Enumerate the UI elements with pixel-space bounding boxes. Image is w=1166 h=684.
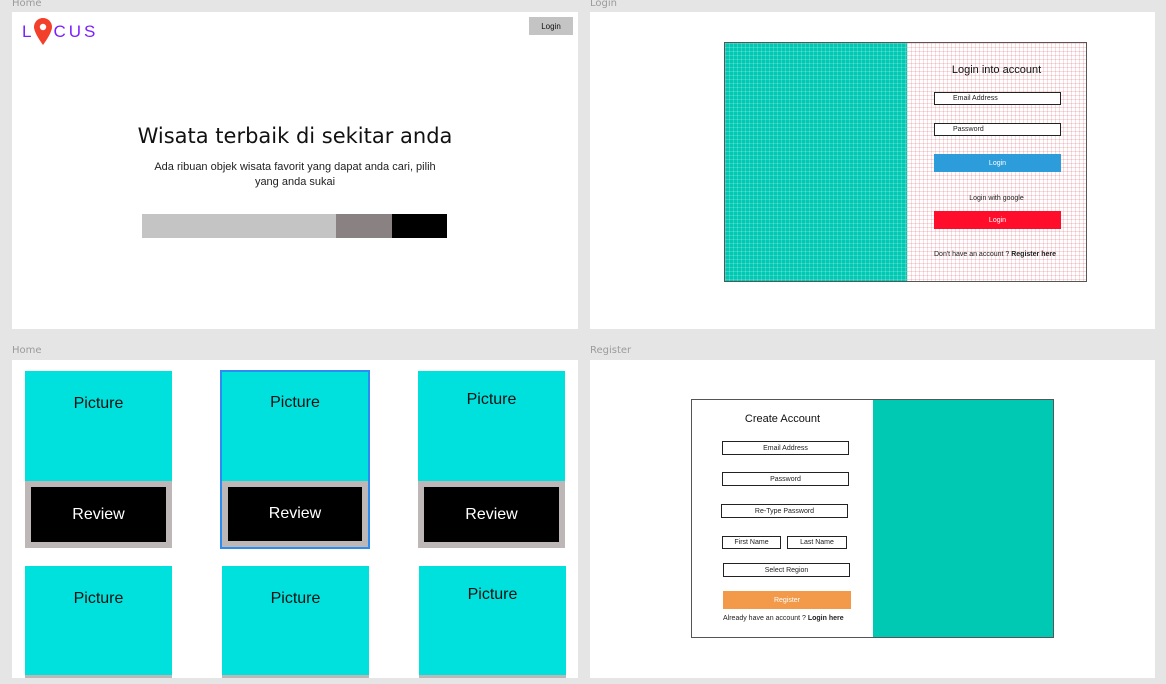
first-name-field[interactable]: First Name bbox=[722, 536, 781, 549]
review-button[interactable]: Review bbox=[228, 487, 362, 541]
search-button[interactable] bbox=[392, 214, 447, 238]
retype-password-field[interactable]: Re-Type Password bbox=[721, 504, 848, 518]
card-picture[interactable]: Picture bbox=[25, 566, 172, 678]
login-submit-button[interactable]: Login bbox=[934, 154, 1061, 172]
picture-label: Picture bbox=[467, 586, 518, 603]
login-image-panel bbox=[725, 43, 907, 281]
register-submit-button[interactable]: Register bbox=[723, 591, 851, 609]
search-filter-select[interactable] bbox=[336, 214, 392, 238]
register-prompt: Don't have an account ? Register here bbox=[934, 251, 1056, 258]
map-pin-icon bbox=[34, 18, 53, 45]
picture-label: Picture bbox=[73, 590, 124, 607]
hero-title: Wisata terbaik di sekitar anda bbox=[137, 124, 453, 148]
login-prompt: Already have an account ? Login here bbox=[723, 615, 844, 622]
logo-letter-l: L bbox=[22, 22, 35, 41]
register-image-panel bbox=[873, 400, 1053, 637]
hero-subtitle-1: Ada ribuan objek wisata favorit yang dap… bbox=[154, 161, 436, 173]
picture-label: Picture bbox=[466, 391, 517, 408]
frame-label-home: Home bbox=[12, 0, 42, 9]
card-picture[interactable]: Picture bbox=[25, 371, 172, 481]
password-field[interactable]: Password bbox=[722, 472, 849, 486]
picture-label: Picture bbox=[270, 394, 320, 411]
card-review: Review bbox=[222, 481, 368, 547]
login-form-panel: Login into account Email Address Passwor… bbox=[907, 43, 1086, 281]
last-name-field[interactable]: Last Name bbox=[787, 536, 847, 549]
search-input[interactable] bbox=[142, 214, 336, 238]
review-button[interactable]: Review bbox=[31, 487, 166, 542]
register-frame: Create Account Email Address Password Re… bbox=[590, 360, 1155, 678]
frame-label-login: Login bbox=[590, 0, 617, 9]
logo-letters-cus: CUS bbox=[53, 22, 99, 41]
card-review-edge bbox=[222, 675, 369, 678]
card-review: Review bbox=[418, 481, 565, 548]
locus-logo[interactable]: L CUS bbox=[22, 18, 98, 48]
register-card: Create Account Email Address Password Re… bbox=[691, 399, 1054, 638]
review-button[interactable]: Review bbox=[424, 487, 559, 542]
region-select[interactable]: Select Region bbox=[723, 563, 850, 577]
no-account-text: Don't have an account ? bbox=[934, 251, 1010, 258]
picture-label: Picture bbox=[270, 590, 321, 607]
card-picture[interactable]: Picture bbox=[418, 371, 565, 481]
card-review: Review bbox=[25, 481, 172, 548]
frame-label-register: Register bbox=[590, 345, 632, 356]
register-link[interactable]: Register here bbox=[1011, 251, 1056, 258]
gallery-frame: Picture Review Picture Review Picture Re… bbox=[12, 360, 578, 678]
email-field[interactable]: Email Address bbox=[722, 441, 849, 455]
have-account-text: Already have an account ? bbox=[723, 615, 806, 622]
login-button[interactable]: Login bbox=[529, 17, 573, 35]
register-title: Create Account bbox=[744, 413, 821, 425]
card-picture[interactable]: Picture bbox=[419, 566, 566, 678]
home-frame: L CUS Login Wisata terbaik di sekitar an… bbox=[12, 12, 578, 329]
card-picture[interactable]: Picture bbox=[222, 372, 368, 481]
login-title: Login into account bbox=[951, 64, 1042, 76]
google-login-button[interactable]: Login bbox=[934, 211, 1061, 229]
email-field[interactable]: Email Address bbox=[934, 92, 1061, 105]
hero-subtitle-2: yang anda sukai bbox=[254, 176, 336, 188]
picture-label: Picture bbox=[73, 395, 124, 412]
password-field[interactable]: Password bbox=[934, 123, 1061, 136]
frame-label-home-gallery: Home bbox=[12, 345, 42, 356]
card-review-edge bbox=[25, 675, 172, 678]
google-login-label: Login with google bbox=[969, 195, 1024, 202]
card-review-edge bbox=[419, 675, 566, 678]
card-picture[interactable]: Picture bbox=[222, 566, 369, 678]
login-frame: Login into account Email Address Passwor… bbox=[590, 12, 1155, 329]
login-link[interactable]: Login here bbox=[808, 615, 844, 622]
login-card: Login into account Email Address Passwor… bbox=[724, 42, 1087, 282]
